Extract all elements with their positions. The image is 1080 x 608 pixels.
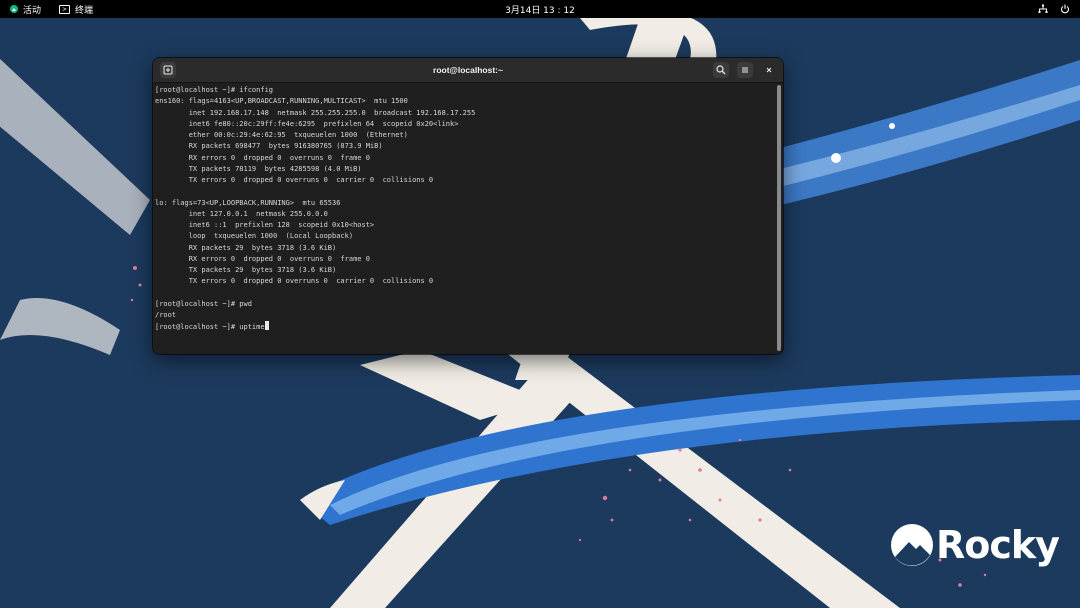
power-icon: [1060, 4, 1070, 14]
search-icon: [716, 65, 726, 75]
activities-label: 活动: [23, 5, 42, 16]
terminal-line: loop txqueuelen 1000 (Local Loopback): [155, 232, 354, 241]
close-icon: [766, 67, 772, 73]
terminal-titlebar[interactable]: root@localhost:~: [153, 58, 783, 83]
close-button[interactable]: [761, 62, 777, 78]
terminal-line: RX errors 0 dropped 0 overruns 0 frame 0: [155, 254, 370, 263]
hamburger-menu-icon: [742, 67, 748, 73]
terminal-line: TX packets 29 bytes 3718 (3.6 KiB): [155, 266, 337, 274]
terminal-line: lo: flags=73<UP,LOOPBACK,RUNNING> mtu 65…: [155, 198, 341, 207]
rocky-mountain-icon: [891, 524, 933, 566]
terminal-line: TX errors 0 dropped 0 overruns 0 carrier…: [155, 277, 434, 286]
clock[interactable]: 3月14日 13 : 12: [505, 6, 575, 16]
activities-button[interactable]: 活动: [10, 3, 41, 16]
terminal-icon: >: [59, 4, 71, 14]
app-menu-label: 终端: [75, 5, 94, 16]
rocky-icon: [10, 5, 18, 13]
terminal-line: inet6 ::1 prefixlen 128 scopeid 0x10<hos…: [155, 221, 375, 229]
terminal-line: ether 00:0c:29:4e:62:95 txqueuelen 1000 …: [155, 131, 408, 139]
terminal-line: RX packets 698477 bytes 916380765 (873.9…: [155, 142, 383, 151]
terminal-prompt-line[interactable]: [root@localhost ~]# uptime: [155, 321, 773, 332]
rocky-logo: Rocky: [890, 520, 1060, 570]
top-bar: 活动 > 终端 3月14日 13 : 12: [0, 0, 1080, 18]
terminal-line: inet 127.0.0.1 netmask 255.0.0.0: [155, 209, 328, 218]
terminal-output[interactable]: [root@localhost ~]# ifconfig ens160: flag…: [155, 85, 773, 352]
terminal-line: ens160: flags=4163<UP,BROADCAST,RUNNING,…: [155, 97, 408, 106]
terminal-line: inet6 fe80::20c:29ff:fe4e:6295 prefixlen…: [155, 119, 459, 128]
system-menu[interactable]: [1038, 0, 1070, 18]
app-menu-terminal[interactable]: > 终端: [59, 3, 93, 16]
menu-button[interactable]: [737, 62, 753, 78]
terminal-window[interactable]: root@localhost:~ [root@localhost ~]# ifc…: [153, 58, 783, 354]
terminal-line: inet 192.168.17.148 netmask 255.255.255.…: [155, 108, 476, 117]
text-cursor: [264, 321, 269, 331]
terminal-line: TX errors 0 dropped 0 overruns 0 carrier…: [155, 176, 434, 184]
window-title: root@localhost:~: [433, 65, 503, 75]
terminal-line: /root: [155, 311, 177, 319]
network-icon: [1038, 4, 1048, 13]
terminal-current-input: [root@localhost ~]# uptime: [155, 323, 265, 332]
scrollbar[interactable]: [777, 85, 781, 351]
terminal-line: [root@localhost ~]# pwd: [155, 299, 252, 308]
rocky-wordmark: Rocky: [936, 523, 1060, 567]
terminal-line: TX packets 78119 bytes 4285598 (4.0 MiB): [155, 164, 362, 173]
terminal-line: [root@localhost ~]# ifconfig: [155, 86, 274, 94]
search-button[interactable]: [713, 62, 729, 78]
terminal-line: RX packets 29 bytes 3718 (3.6 KiB): [155, 243, 337, 252]
terminal-line: RX errors 0 dropped 0 overruns 0 frame 0: [155, 153, 370, 162]
